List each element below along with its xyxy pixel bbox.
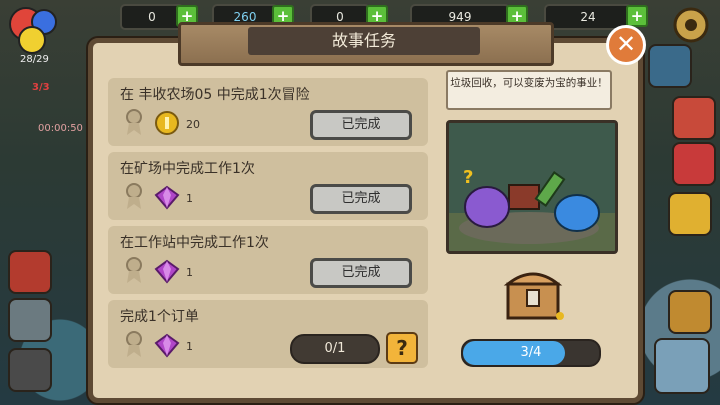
population-count: 28/29 <box>20 54 49 65</box>
close-icon[interactable]: ✕ <box>606 25 646 65</box>
gem-icon <box>154 185 180 210</box>
task-title: 在矿场中完成工作1次 <box>120 161 255 177</box>
reward-count: 1 <box>186 340 193 353</box>
completed-button[interactable]: 已完成 <box>310 110 412 140</box>
gift-icon[interactable] <box>672 142 716 186</box>
gem-shop-icon[interactable] <box>648 44 692 88</box>
task-card: 在 丰收农场05 中完成1次冒险 20 已完成 <box>108 78 428 146</box>
task-card: 完成1个订单 1 0/1 ? <box>108 300 428 368</box>
topbar-slot-wood: 0 <box>120 4 184 30</box>
badge-count: 3/3 <box>32 82 50 93</box>
completed-button[interactable]: 已完成 <box>310 258 412 288</box>
panel-title: 故事任务 <box>248 27 480 55</box>
slime-avatar[interactable] <box>6 4 58 54</box>
swords-icon[interactable] <box>8 298 52 342</box>
reward-count: 1 <box>186 266 193 279</box>
settings-gear-icon[interactable] <box>670 4 712 46</box>
pot-icon[interactable] <box>8 348 52 392</box>
medal-icon <box>126 183 142 209</box>
task-card: 在矿场中完成工作1次 1 已完成 <box>108 152 428 220</box>
treasure-chest-icon[interactable] <box>502 262 564 324</box>
story-caption: 垃圾回收，可以变废为宝的事业！ <box>446 70 612 110</box>
quest-book-icon[interactable] <box>8 250 52 294</box>
task-title: 在 丰收农场05 中完成1次冒险 <box>120 87 310 103</box>
story-progress-text: 3/4 <box>520 345 542 360</box>
task-title: 完成1个订单 <box>120 309 199 325</box>
add-gems-button[interactable]: + <box>626 5 648 27</box>
story-illustration: ? <box>446 120 618 254</box>
gem-icon <box>154 259 180 284</box>
coin-icon <box>155 111 179 135</box>
task-title: 在工作站中完成工作1次 <box>120 235 269 251</box>
build-hammer-icon[interactable] <box>654 338 710 394</box>
reward-count: 20 <box>186 118 200 131</box>
completed-button[interactable]: 已完成 <box>310 184 412 214</box>
help-button[interactable]: ? <box>386 332 418 364</box>
reward-count: 1 <box>186 192 193 205</box>
svg-text:?: ? <box>463 167 473 188</box>
helmet-icon[interactable] <box>668 290 712 334</box>
medal-icon <box>126 331 142 357</box>
task-progress: 0/1 <box>290 334 380 364</box>
medal-icon <box>126 257 142 283</box>
gem-icon <box>154 333 180 358</box>
timer-text: 00:00:50 <box>38 123 83 134</box>
story-progress-bar: 3/4 <box>461 339 601 367</box>
trophy-icon[interactable] <box>668 192 712 236</box>
store-icon[interactable] <box>672 96 716 140</box>
medal-icon <box>126 109 142 135</box>
task-card: 在工作站中完成工作1次 1 已完成 <box>108 226 428 294</box>
